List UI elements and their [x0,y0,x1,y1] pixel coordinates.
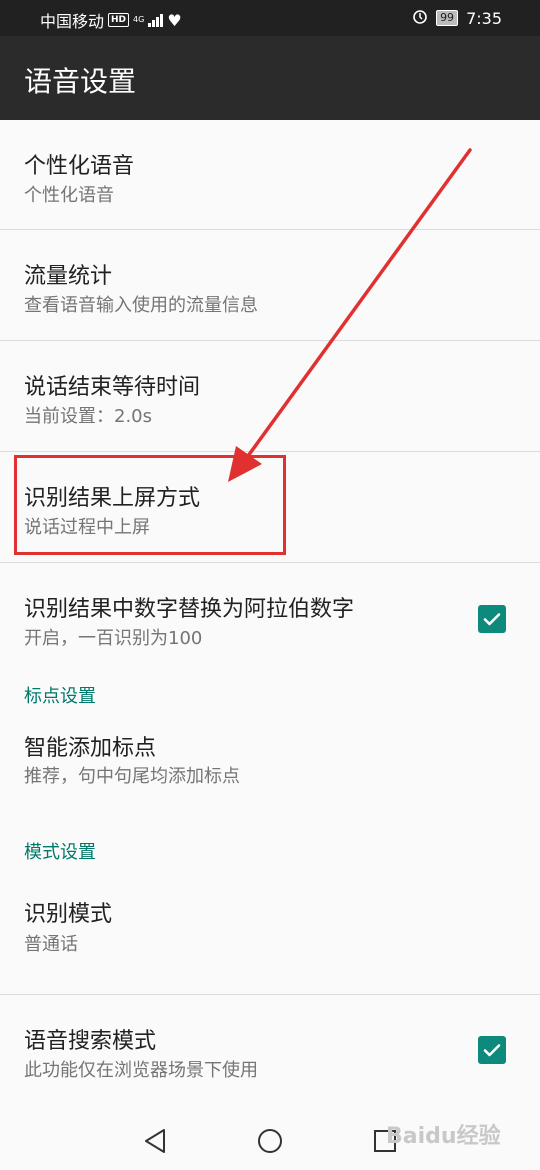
status-left: 中国移动 HD 4G ♥ [40,8,182,32]
settings-list: 个性化语音 个性化语音 流量统计 查看语音输入使用的流量信息 说话结束等待时间 … [0,120,540,1105]
setting-title: 个性化语音 [24,154,135,179]
annotation-highlight-box [14,455,286,555]
setting-end-wait-time[interactable]: 说话结束等待时间 当前设置：2.0s [0,341,540,452]
status-right: 99 7:35 [412,8,502,28]
setting-title: 识别模式 [24,902,113,927]
watermark: Baidu经验 [386,1124,501,1149]
page-title: 语音设置 [24,65,137,98]
battery-icon: 99 [436,10,459,26]
setting-voice-search-mode[interactable]: 语音搜索模式 此功能仅在浏览器场景下使用 [0,995,540,1105]
setting-title: 流量统计 [24,264,113,289]
carrier-label: 中国移动 [40,12,105,31]
setting-subtitle: 普通话 [24,934,78,955]
back-icon[interactable] [140,1126,170,1156]
checkmark-icon [483,613,501,626]
setting-recognition-mode[interactable]: 识别模式 普通话 [0,890,540,995]
setting-title: 说话结束等待时间 [24,375,201,400]
setting-subtitle: 开启，一百识别为100 [24,628,203,649]
setting-traffic-stats[interactable]: 流量统计 查看语音输入使用的流量信息 [0,230,540,341]
setting-subtitle: 推荐，句中句尾均添加标点 [24,766,240,787]
setting-title: 语音搜索模式 [24,1029,157,1054]
home-icon[interactable] [255,1126,285,1156]
network-type-label: 4G [133,15,145,24]
setting-smart-punctuation[interactable]: 智能添加标点 推荐，句中句尾均添加标点 [0,726,540,838]
setting-arabic-numerals[interactable]: 识别结果中数字替换为阿拉伯数字 开启，一百识别为100 [0,563,540,674]
checkmark-icon [483,1044,501,1057]
alarm-icon [412,8,428,28]
setting-title: 智能添加标点 [24,736,157,761]
hd-icon: HD [108,13,130,27]
setting-subtitle: 查看语音输入使用的流量信息 [24,295,258,316]
setting-personalized-voice[interactable]: 个性化语音 个性化语音 [0,120,540,230]
section-header-punctuation: 标点设置 [0,674,540,726]
signal-icon [148,13,164,27]
setting-subtitle: 当前设置：2.0s [24,406,153,427]
setting-subtitle: 此功能仅在浏览器场景下使用 [24,1060,258,1081]
arabic-numerals-checkbox[interactable] [478,605,506,633]
section-label: 标点设置 [24,686,96,707]
voice-search-checkbox[interactable] [478,1036,506,1064]
status-bar: 中国移动 HD 4G ♥ 99 7:35 [0,0,540,36]
section-label: 模式设置 [24,842,96,863]
clock-time: 7:35 [466,8,502,28]
heart-icon: ♥ [167,10,182,30]
setting-title: 识别结果中数字替换为阿拉伯数字 [24,597,355,622]
setting-subtitle: 个性化语音 [24,185,114,206]
section-header-mode: 模式设置 [0,838,540,890]
app-bar: 语音设置 [0,36,540,120]
